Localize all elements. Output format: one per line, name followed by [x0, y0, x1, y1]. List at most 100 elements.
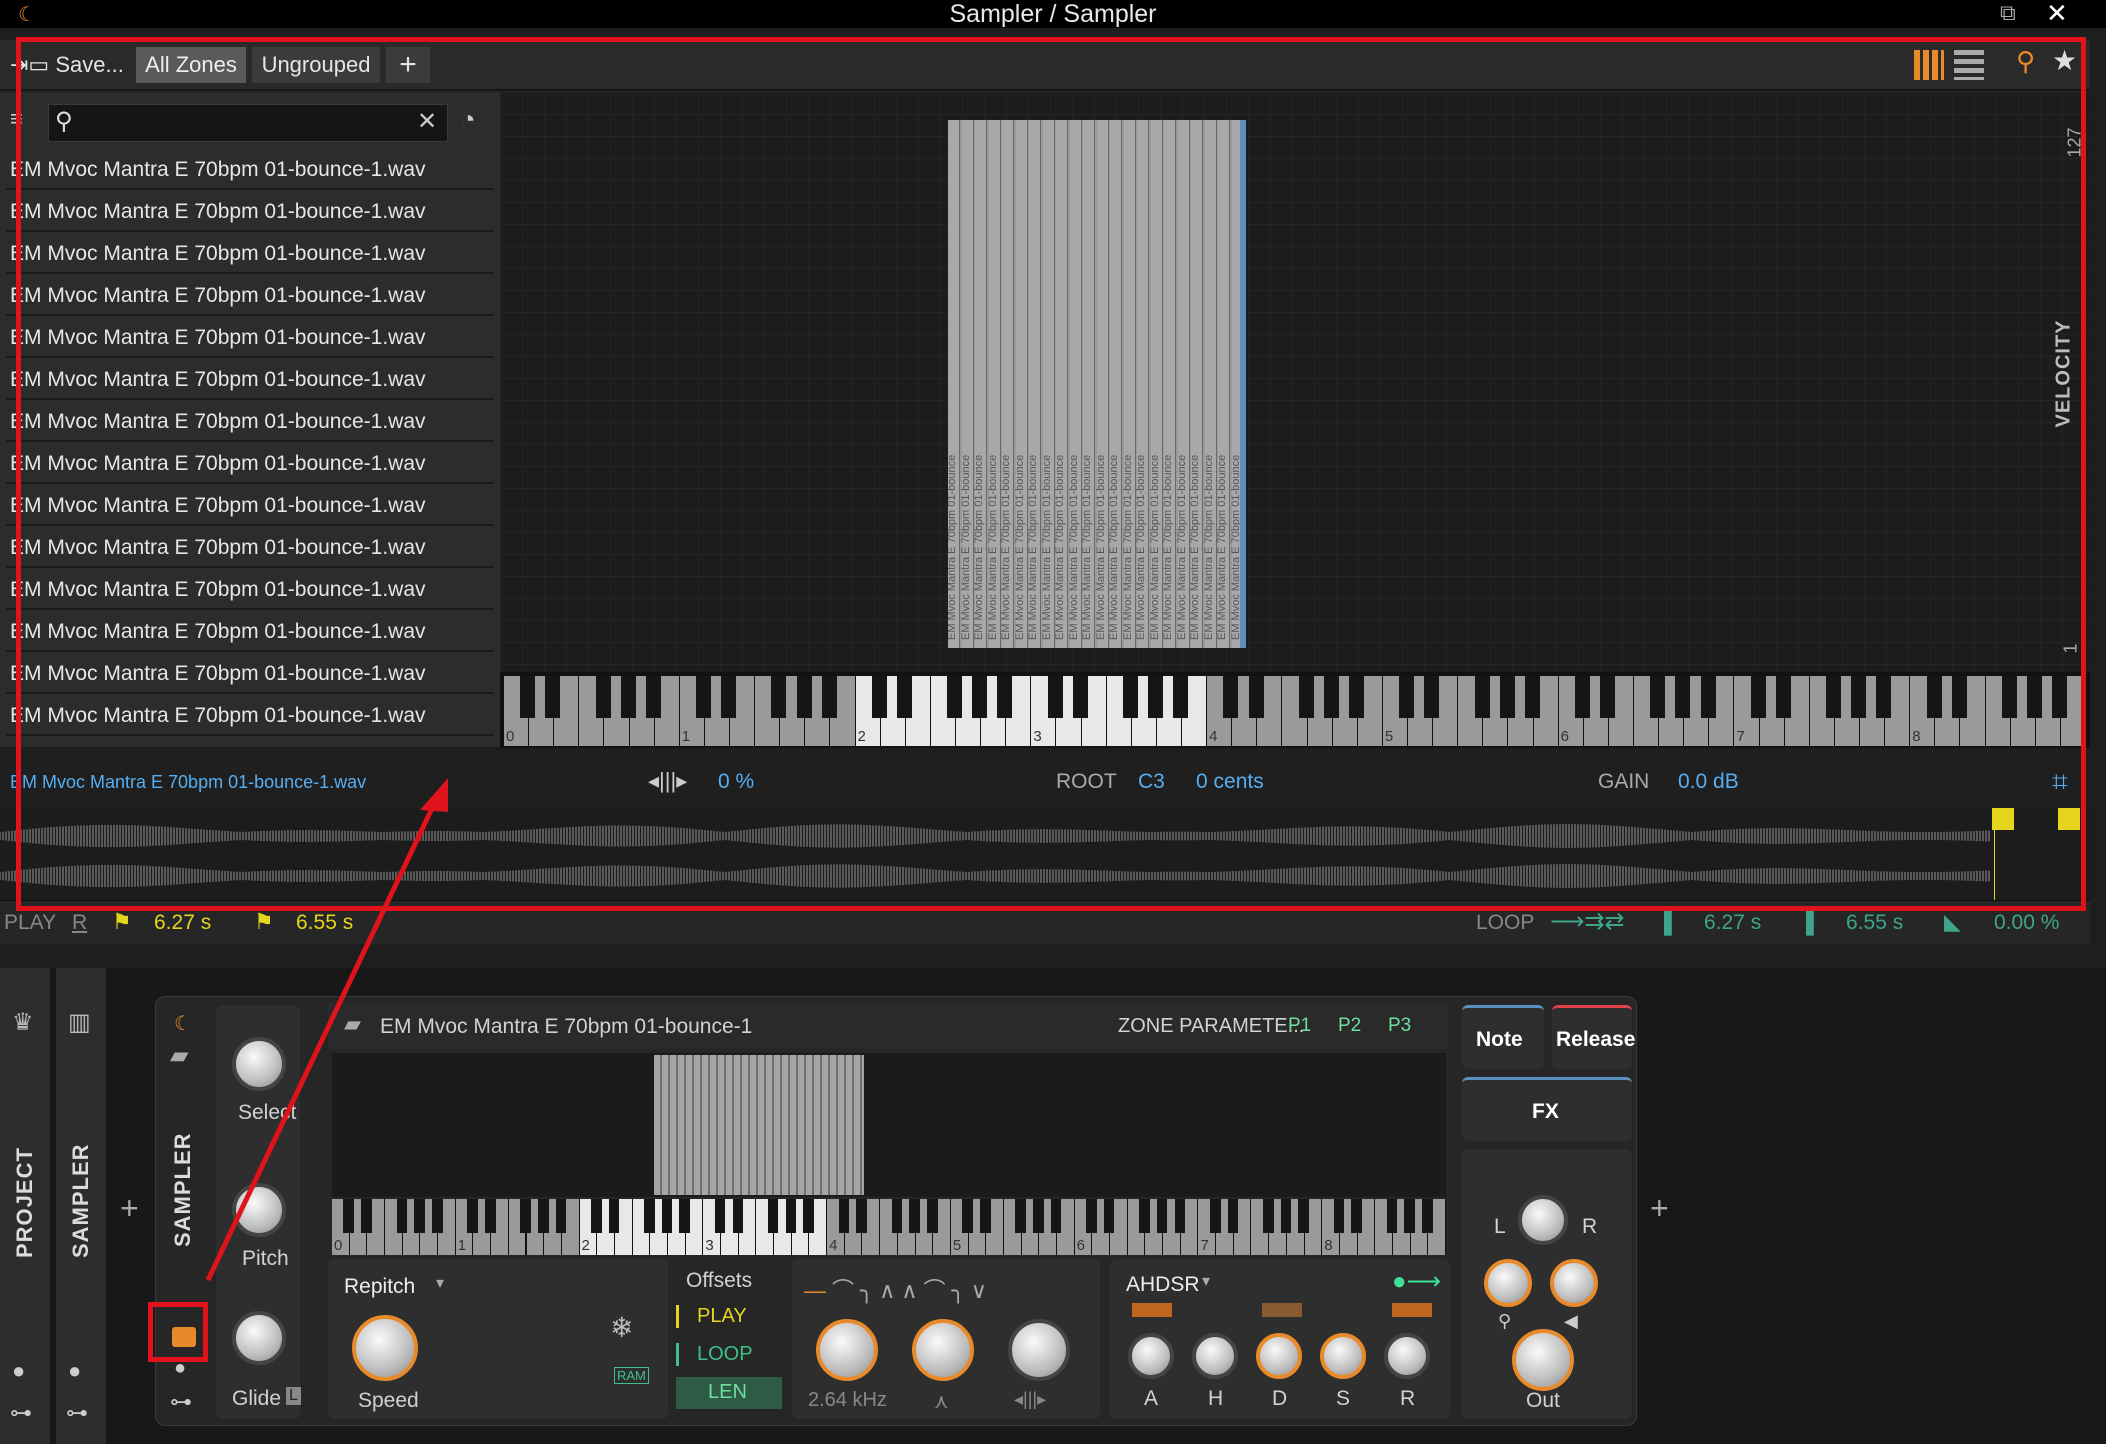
zone-strip[interactable]: EM Mvoc Mantra E 70bpm 01-bounce	[1054, 120, 1068, 648]
black-key[interactable]	[1650, 676, 1666, 718]
zone-list-item[interactable]: EM Mvoc Mantra E 70bpm 01-bounce-1.wav	[6, 318, 494, 358]
zone-strip[interactable]: EM Mvoc Mantra E 70bpm 01-bounce	[1162, 120, 1176, 648]
zone-strip[interactable]: EM Mvoc Mantra E 70bpm 01-bounce	[1068, 120, 1082, 648]
black-key[interactable]	[2026, 676, 2043, 718]
black-key[interactable]	[520, 1199, 531, 1233]
black-key[interactable]	[1050, 1199, 1062, 1233]
black-key[interactable]	[721, 676, 737, 718]
black-key[interactable]	[997, 676, 1013, 718]
black-key[interactable]	[1524, 676, 1540, 718]
black-key[interactable]	[1826, 676, 1842, 718]
output-knob[interactable]	[1512, 1329, 1574, 1391]
keyboard-keys[interactable]: 0 1 2 3 4 5 6 7 8	[504, 676, 2086, 746]
black-key[interactable]	[679, 1199, 691, 1233]
black-key[interactable]	[1876, 676, 1892, 718]
zone-list-item[interactable]: EM Mvoc Mantra E 70bpm 01-bounce-1.wav	[6, 654, 494, 694]
black-key[interactable]	[980, 1199, 991, 1233]
envelope-knob-h[interactable]	[1192, 1333, 1238, 1379]
black-key[interactable]	[1351, 1199, 1362, 1233]
device-expand-icon[interactable]	[172, 1327, 196, 1347]
black-key[interactable]	[1156, 1199, 1168, 1233]
add-device-before-button[interactable]: +	[120, 1190, 139, 1227]
black-key[interactable]	[909, 1199, 920, 1233]
black-key[interactable]	[1209, 1199, 1221, 1233]
list-view-icon[interactable]	[1954, 50, 1984, 80]
zone-strip[interactable]: EM Mvoc Mantra E 70bpm 01-bounce	[948, 120, 960, 648]
black-key[interactable]	[1248, 676, 1264, 718]
close-icon[interactable]: ✕	[2046, 0, 2068, 29]
black-key[interactable]	[1926, 676, 1942, 718]
black-key[interactable]	[891, 1199, 903, 1233]
zone-list-item[interactable]: EM Mvoc Mantra E 70bpm 01-bounce-1.wav	[6, 570, 494, 610]
black-key[interactable]	[962, 1199, 973, 1233]
zone-strip[interactable]: EM Mvoc Mantra E 70bpm 01-bounce	[1000, 120, 1014, 648]
black-key[interactable]	[803, 1199, 814, 1233]
all-zones-button[interactable]: All Zones	[136, 47, 246, 83]
history-icon[interactable]: ◔	[460, 104, 476, 135]
loop-crossfade-value[interactable]: 0.00 %	[1994, 911, 2059, 935]
black-key[interactable]	[661, 1199, 673, 1233]
popout-icon[interactable]: ⧉	[2000, 0, 2016, 26]
repitch-dropdown[interactable]: Repitch	[344, 1275, 415, 1299]
black-key[interactable]	[2052, 676, 2068, 718]
zone-list-item[interactable]: EM Mvoc Mantra E 70bpm 01-bounce-1.wav	[6, 612, 494, 652]
p1-button[interactable]: P1	[1288, 1015, 1311, 1037]
list-menu-icon[interactable]: ≡	[10, 106, 23, 132]
black-key[interactable]	[591, 1199, 602, 1233]
black-key[interactable]	[856, 1199, 867, 1233]
pitch-knob[interactable]	[232, 1183, 286, 1237]
black-key[interactable]	[645, 676, 661, 718]
play-start-value[interactable]: 6.27 s	[154, 911, 211, 935]
black-key[interactable]	[2001, 676, 2017, 718]
black-key[interactable]	[595, 676, 611, 718]
mini-keyboard[interactable]: 0 1 2 3 4 5 6 7 8	[332, 1199, 1446, 1255]
black-key[interactable]	[1173, 676, 1189, 718]
clear-search-icon[interactable]: ✕	[417, 107, 437, 136]
loop-end-value[interactable]: 6.55 s	[1846, 911, 1903, 935]
offset-len-button[interactable]: LEN	[676, 1377, 782, 1409]
black-key[interactable]	[947, 676, 963, 718]
zone-list-item[interactable]: EM Mvoc Mantra E 70bpm 01-bounce-1.wav	[6, 234, 494, 274]
black-key[interactable]	[467, 1199, 478, 1233]
zone-strip[interactable]: EM Mvoc Mantra E 70bpm 01-bounce	[987, 120, 1001, 648]
black-key[interactable]	[1298, 1199, 1309, 1233]
black-key[interactable]	[1348, 676, 1365, 718]
zone-list-item[interactable]: EM Mvoc Mantra E 70bpm 01-bounce-1.wav	[6, 528, 494, 568]
pin-icon[interactable]: ⚲	[2016, 46, 2035, 77]
folder-icon[interactable]: ▰	[170, 1041, 188, 1070]
black-key[interactable]	[484, 1199, 496, 1233]
envelope-knob-a[interactable]	[1128, 1333, 1174, 1379]
add-device-after-button[interactable]: +	[1650, 1190, 1669, 1227]
stretch-value[interactable]: 0 %	[718, 770, 754, 794]
zone-strip[interactable]: EM Mvoc Mantra E 70bpm 01-bounce	[1230, 120, 1240, 648]
black-key[interactable]	[1227, 1199, 1239, 1233]
release-button[interactable]: Release	[1552, 1005, 1635, 1069]
filter-resonance-knob[interactable]	[912, 1319, 974, 1381]
zone-strip[interactable]: EM Mvoc Mantra E 70bpm 01-bounce	[1014, 120, 1028, 648]
envelope-knob-d[interactable]	[1256, 1333, 1302, 1379]
zone-list-item[interactable]: EM Mvoc Mantra E 70bpm 01-bounce-1.wav	[6, 402, 494, 442]
black-key[interactable]	[838, 1199, 850, 1233]
zone-list-item[interactable]: EM Mvoc Mantra E 70bpm 01-bounce-1.wav	[6, 360, 494, 400]
black-key[interactable]	[1323, 676, 1339, 718]
black-key[interactable]	[1386, 1199, 1398, 1233]
zone-list-item[interactable]: EM Mvoc Mantra E 70bpm 01-bounce-1.wav	[6, 696, 494, 736]
zone-strip[interactable]: EM Mvoc Mantra E 70bpm 01-bounce	[1122, 120, 1136, 648]
zone-list-item[interactable]: EM Mvoc Mantra E 70bpm 01-bounce-1.wav	[6, 486, 494, 526]
black-key[interactable]	[343, 1199, 355, 1233]
black-key[interactable]	[821, 676, 837, 718]
black-key[interactable]	[1700, 676, 1716, 718]
zone-list-item[interactable]: EM Mvoc Mantra E 70bpm 01-bounce-1.wav	[6, 150, 494, 190]
note-button[interactable]: Note	[1462, 1005, 1544, 1069]
black-key[interactable]	[1298, 676, 1314, 718]
black-key[interactable]	[896, 676, 913, 718]
black-key[interactable]	[1122, 676, 1139, 718]
black-key[interactable]	[555, 1199, 567, 1233]
mini-zone-stack[interactable]	[654, 1055, 864, 1195]
black-key[interactable]	[414, 1199, 425, 1233]
zone-parameters-button[interactable]: ZONE PARAMETE...	[1118, 1015, 1304, 1038]
black-key[interactable]	[1033, 1199, 1044, 1233]
black-key[interactable]	[732, 1199, 744, 1233]
zone-map[interactable]: EM Mvoc Mantra E 70bpm 01-bounceEM Mvoc …	[500, 92, 2090, 672]
black-key[interactable]	[1775, 676, 1791, 718]
